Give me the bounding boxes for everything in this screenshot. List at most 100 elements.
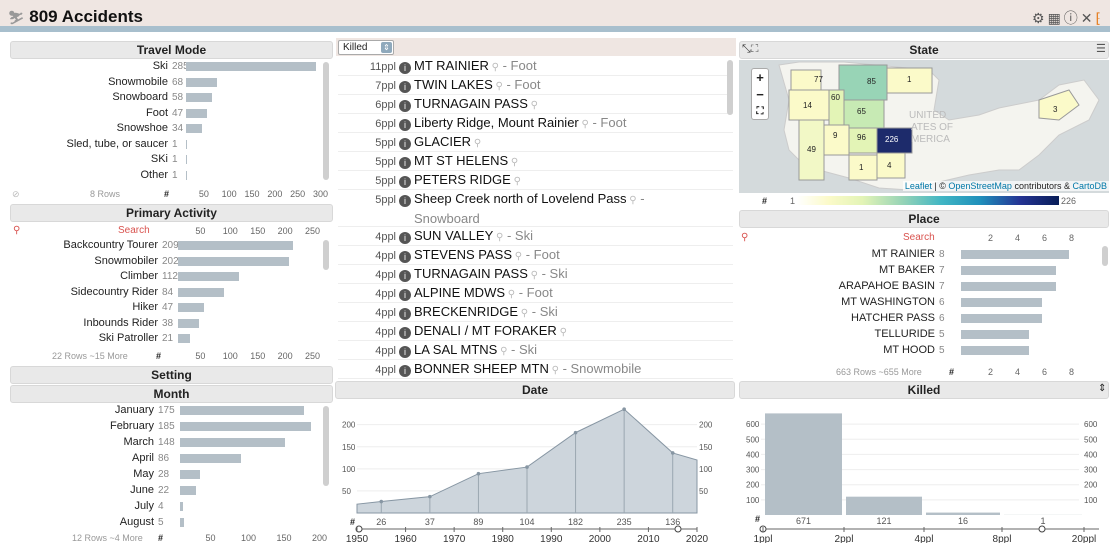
list-item[interactable]: Sidecountry Rider 84 bbox=[10, 286, 320, 299]
list-item[interactable]: Climber 112 bbox=[10, 270, 320, 283]
list-item[interactable]: MT HOOD 5 bbox=[739, 344, 1099, 357]
primary-activity-header[interactable]: Primary Activity bbox=[10, 204, 333, 222]
info-icon[interactable]: i bbox=[399, 195, 411, 207]
info-icon[interactable]: i bbox=[399, 81, 411, 93]
place-header[interactable]: Place bbox=[739, 210, 1109, 228]
killed-bar[interactable] bbox=[765, 413, 842, 515]
zoom-in-button[interactable]: + bbox=[752, 69, 768, 86]
map-pin-icon[interactable]: ⚲ bbox=[549, 365, 559, 376]
sort-icon[interactable]: ⇕ bbox=[1098, 383, 1106, 394]
list-item[interactable]: Sled, tube, or saucer 1 bbox=[10, 138, 320, 151]
info-icon[interactable]: i bbox=[399, 308, 411, 320]
map-pin-icon[interactable]: ⚲ bbox=[528, 270, 538, 281]
fit-icon[interactable]: ⛶ bbox=[752, 103, 768, 120]
info-icon[interactable]: i bbox=[399, 251, 411, 263]
map-pin-icon[interactable]: ⚲ bbox=[471, 138, 481, 149]
list-item[interactable]: 4ppl i BRECKENRIDGE ⚲ - Ski bbox=[338, 303, 733, 322]
date-header[interactable]: Date bbox=[335, 381, 735, 399]
activity-search[interactable]: Search bbox=[118, 225, 150, 236]
list-item[interactable]: 4ppl i STEVENS PASS ⚲ - Foot bbox=[338, 246, 733, 265]
list-item[interactable]: TELLURIDE 5 bbox=[739, 328, 1099, 341]
map-pin-icon[interactable]: ⚲ bbox=[493, 232, 503, 243]
clear-filter-icon[interactable]: ⊘ bbox=[12, 189, 20, 200]
sort-select[interactable]: Killed ⇕ bbox=[338, 40, 394, 55]
list-item[interactable]: Snowboard 58 bbox=[10, 91, 320, 104]
list-item[interactable]: 11ppl i MT RAINIER ⚲ - Foot bbox=[338, 57, 733, 76]
list-item[interactable]: February 185 bbox=[10, 420, 320, 433]
menu-icon[interactable]: ☰ bbox=[1096, 42, 1106, 55]
carto-link[interactable]: CartoDB bbox=[1072, 181, 1107, 191]
list-item[interactable]: 4ppl i ALPINE MDWS ⚲ - Foot bbox=[338, 284, 733, 303]
list-item[interactable]: SKi 1 bbox=[10, 153, 320, 166]
info-icon[interactable]: i bbox=[399, 100, 411, 112]
list-item[interactable]: 6ppl i TURNAGAIN PASS ⚲ bbox=[338, 95, 733, 114]
place-scrollbar[interactable] bbox=[1102, 246, 1108, 266]
list-item[interactable]: ARAPAHOE BASIN 7 bbox=[739, 280, 1099, 293]
list-item[interactable]: HATCHER PASS 6 bbox=[739, 312, 1099, 325]
close-icon[interactable]: ✕ bbox=[1081, 10, 1096, 26]
info-icon[interactable]: i bbox=[399, 157, 411, 169]
list-item[interactable]: August 5 bbox=[10, 516, 320, 529]
list-scrollbar[interactable] bbox=[727, 60, 733, 115]
info-icon[interactable]: i bbox=[399, 346, 411, 358]
map-pin-icon[interactable]: ⚲ bbox=[493, 81, 503, 92]
info-icon[interactable]: i bbox=[399, 289, 411, 301]
activity-scrollbar[interactable] bbox=[323, 240, 329, 270]
list-item[interactable]: MT BAKER 7 bbox=[739, 264, 1099, 277]
place-search[interactable]: Search bbox=[903, 232, 935, 243]
travel-mode-header[interactable]: Travel Mode bbox=[10, 41, 333, 59]
map-pin-icon[interactable]: ⚲ bbox=[626, 195, 636, 206]
info-icon[interactable]: i bbox=[399, 232, 411, 244]
info-icon[interactable]: i bbox=[399, 365, 411, 377]
list-item[interactable]: April 86 bbox=[10, 452, 320, 465]
list-item[interactable]: Snowmobiler 202 bbox=[10, 255, 320, 268]
map-pin-icon[interactable]: ⚲ bbox=[557, 327, 567, 338]
list-item[interactable]: Backcountry Tourer 209 bbox=[10, 239, 320, 252]
map-pin-icon[interactable]: ⚲ bbox=[528, 100, 538, 111]
info-icon[interactable]: i bbox=[399, 62, 411, 74]
list-item[interactable]: 5ppl i Sheep Creek north of Lovelend Pass … bbox=[338, 190, 733, 227]
info-icon[interactable]: i bbox=[399, 119, 411, 131]
map-pin-icon[interactable]: ⚲ bbox=[579, 119, 589, 130]
search-icon[interactable]: ⚲ bbox=[13, 225, 20, 236]
month-header[interactable]: Month bbox=[10, 385, 333, 403]
killed-chart[interactable]: 100 100 200 200 300 300 400 400 500 500 600 600 671 1… bbox=[739, 401, 1110, 543]
osm-link[interactable]: OpenStreetMap bbox=[948, 181, 1012, 191]
list-item[interactable]: 4ppl i DENALI / MT FORAKER ⚲ bbox=[338, 322, 733, 341]
zoom-out-button[interactable]: − bbox=[752, 86, 768, 103]
killed-bar[interactable] bbox=[926, 512, 1000, 515]
place-search-icon[interactable]: ⚲ bbox=[741, 232, 748, 243]
list-item[interactable]: 4ppl i LA SAL MTNS ⚲ - Ski bbox=[338, 341, 733, 360]
list-item[interactable]: Foot 47 bbox=[10, 107, 320, 120]
range-handle-right[interactable] bbox=[1038, 525, 1046, 533]
info-icon[interactable]: i bbox=[399, 138, 411, 150]
leaflet-link[interactable]: Leaflet bbox=[905, 181, 932, 191]
list-item[interactable]: Ski 285 bbox=[10, 60, 320, 73]
list-item[interactable]: MT WASHINGTON 6 bbox=[739, 296, 1099, 309]
list-item[interactable]: 4ppl i SUN VALLEY ⚲ - Ski bbox=[338, 227, 733, 246]
map-pin-icon[interactable]: ⚲ bbox=[518, 308, 528, 319]
list-item[interactable]: May 28 bbox=[10, 468, 320, 481]
list-item[interactable]: January 175 bbox=[10, 404, 320, 417]
table-icon[interactable]: ▦ bbox=[1048, 10, 1064, 26]
map-pin-icon[interactable]: ⚲ bbox=[505, 289, 515, 300]
killed-header[interactable]: Killed bbox=[739, 381, 1109, 399]
map-pin-icon[interactable]: ⚲ bbox=[511, 176, 521, 187]
list-item[interactable]: Inbounds Rider 38 bbox=[10, 317, 320, 330]
map-pin-icon[interactable]: ⚲ bbox=[489, 62, 499, 73]
map-pin-icon[interactable]: ⚲ bbox=[497, 346, 507, 357]
setting-header[interactable]: Setting bbox=[10, 366, 333, 384]
expand-icon[interactable]: ⤡⛶ bbox=[742, 43, 759, 56]
list-item[interactable]: 7ppl i TWIN LAKES ⚲ - Foot bbox=[338, 76, 733, 95]
travel-scrollbar[interactable] bbox=[323, 62, 329, 180]
info-icon[interactable]: i bbox=[399, 327, 411, 339]
info-icon[interactable]: i bbox=[399, 270, 411, 282]
list-item[interactable]: 5ppl i MT ST HELENS ⚲ bbox=[338, 152, 733, 171]
list-item[interactable]: Snowshoe 34 bbox=[10, 122, 320, 135]
list-item[interactable]: Other 1 bbox=[10, 169, 320, 182]
list-item[interactable]: March 148 bbox=[10, 436, 320, 449]
list-item[interactable]: Ski Patroller 21 bbox=[10, 332, 320, 345]
map-pin-icon[interactable]: ⚲ bbox=[512, 251, 522, 262]
range-handle-right[interactable] bbox=[674, 525, 682, 533]
gear-icon[interactable]: ⚙ bbox=[1032, 10, 1048, 26]
